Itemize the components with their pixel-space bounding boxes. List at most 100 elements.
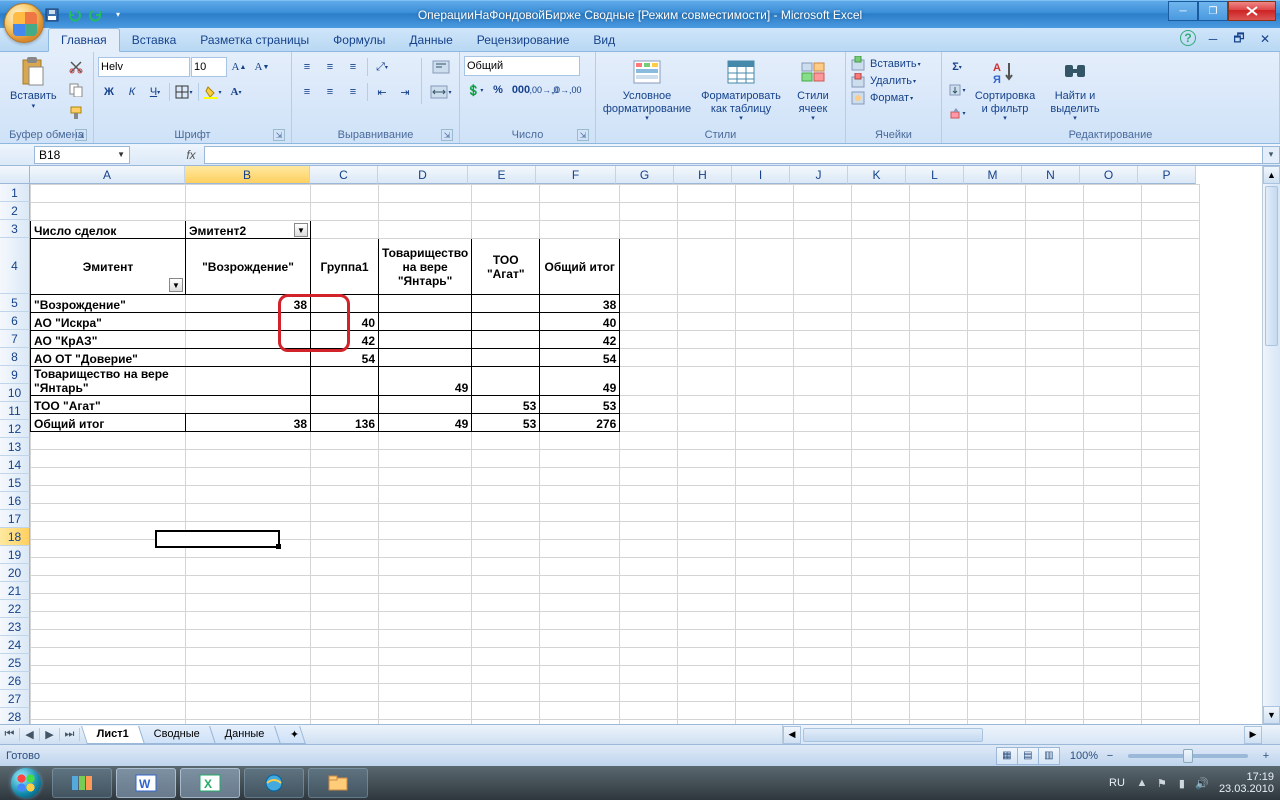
align-left-icon[interactable]: ≡ xyxy=(296,81,318,103)
taskbar-item-explorer[interactable] xyxy=(308,768,368,798)
tab-formulas[interactable]: Формулы xyxy=(321,29,397,51)
taskbar-item-word[interactable]: W xyxy=(116,768,176,798)
volume-icon[interactable]: 🔊 xyxy=(1195,777,1209,790)
row-header[interactable]: 2 xyxy=(0,202,30,220)
sheet-tab[interactable]: Данные xyxy=(209,726,281,744)
horizontal-scrollbar[interactable]: ◀ ▶ xyxy=(782,725,1262,744)
row-header[interactable]: 1 xyxy=(0,184,30,202)
tab-view[interactable]: Вид xyxy=(581,29,627,51)
row-header[interactable]: 23 xyxy=(0,618,30,636)
save-icon[interactable] xyxy=(42,5,62,25)
sheet-nav-next-icon[interactable]: ▶ xyxy=(40,728,60,741)
row-header[interactable]: 11 xyxy=(0,402,30,420)
taskbar-item[interactable] xyxy=(52,768,112,798)
row-header[interactable]: 20 xyxy=(0,564,30,582)
row-header[interactable]: 17 xyxy=(0,510,30,528)
merge-center-icon[interactable]: ▾ xyxy=(427,81,455,103)
sort-filter-button[interactable]: АЯ Сортировка и фильтр ▾ xyxy=(970,54,1040,125)
col-header[interactable]: M xyxy=(964,166,1022,184)
align-center-icon[interactable]: ≡ xyxy=(319,81,341,103)
cells-area[interactable]: Число сделок Эмитент2▼ Эмитент▼ "Возрожд… xyxy=(30,184,1200,724)
orientation-icon[interactable]: ⤢▾ xyxy=(371,56,393,78)
row-header[interactable]: 4 xyxy=(0,238,30,294)
pivot-col-field[interactable]: Эмитент2▼ xyxy=(186,221,311,239)
pivot-row-field[interactable]: Эмитент▼ xyxy=(31,239,186,295)
bold-icon[interactable]: Ж xyxy=(98,81,120,103)
maximize-button[interactable]: ❐ xyxy=(1198,1,1228,21)
sheet-nav-last-icon[interactable]: ⏭ xyxy=(60,728,80,741)
tab-home[interactable]: Главная xyxy=(48,28,120,52)
decrease-font-icon[interactable]: A▼ xyxy=(251,56,273,78)
alignment-dialog-icon[interactable]: ⇲ xyxy=(441,129,453,141)
scroll-left-icon[interactable]: ◀ xyxy=(783,726,801,744)
close-button[interactable] xyxy=(1228,1,1276,21)
formula-expand-icon[interactable]: ▾ xyxy=(1262,146,1280,164)
select-all-corner[interactable] xyxy=(0,166,30,184)
col-header[interactable]: B xyxy=(185,166,310,184)
find-select-button[interactable]: Найти и выделить ▾ xyxy=(1042,54,1108,125)
row-header[interactable]: 15 xyxy=(0,474,30,492)
chevron-down-icon[interactable]: ▼ xyxy=(117,150,125,159)
align-middle-icon[interactable]: ≡ xyxy=(319,56,341,78)
row-header[interactable]: 9 xyxy=(0,366,30,384)
row-header[interactable]: 7 xyxy=(0,330,30,348)
col-header[interactable]: J xyxy=(790,166,848,184)
row-header[interactable]: 12 xyxy=(0,420,30,438)
row-header[interactable]: 28 xyxy=(0,708,30,724)
row-header[interactable]: 16 xyxy=(0,492,30,510)
scroll-thumb[interactable] xyxy=(803,728,983,742)
copy-icon[interactable] xyxy=(65,79,87,101)
row-header[interactable]: 14 xyxy=(0,456,30,474)
autosum-icon[interactable]: Σ▾ xyxy=(946,56,968,78)
row-header[interactable]: 13 xyxy=(0,438,30,456)
row-header[interactable]: 21 xyxy=(0,582,30,600)
format-as-table-button[interactable]: Форматировать как таблицу ▾ xyxy=(696,54,786,125)
sheet-nav-prev-icon[interactable]: ◀ xyxy=(20,728,40,741)
name-box[interactable]: B18 ▼ xyxy=(34,146,130,164)
sheet-nav-first-icon[interactable]: ⏮ xyxy=(0,728,20,741)
row-header[interactable]: 3 xyxy=(0,220,30,238)
align-right-icon[interactable]: ≡ xyxy=(342,81,364,103)
flag-icon[interactable]: ⚑ xyxy=(1155,777,1169,790)
font-dialog-icon[interactable]: ⇲ xyxy=(273,129,285,141)
row-headers[interactable]: 1 2 3 4 5 6 7 8 9 10 11 12 13 14 15 16 1… xyxy=(0,184,30,724)
clear-icon[interactable]: ▾ xyxy=(946,102,968,124)
paste-button[interactable]: Вставить ▾ xyxy=(4,54,63,113)
col-header[interactable]: F xyxy=(536,166,616,184)
qat-dropdown-icon[interactable]: ▾ xyxy=(108,5,128,25)
align-bottom-icon[interactable]: ≡ xyxy=(342,56,364,78)
row-header[interactable]: 10 xyxy=(0,384,30,402)
align-top-icon[interactable]: ≡ xyxy=(296,56,318,78)
tray-up-icon[interactable]: ▲ xyxy=(1135,777,1149,790)
wrap-text-icon[interactable] xyxy=(427,56,455,78)
zoom-out-icon[interactable]: − xyxy=(1102,750,1118,762)
row-header[interactable]: 27 xyxy=(0,690,30,708)
row-header[interactable]: 8 xyxy=(0,348,30,366)
col-header[interactable]: D xyxy=(378,166,468,184)
row-header[interactable]: 26 xyxy=(0,672,30,690)
new-sheet-icon[interactable]: ✦ xyxy=(274,726,306,744)
col-header[interactable]: N xyxy=(1022,166,1080,184)
help-icon[interactable]: ? xyxy=(1180,30,1196,46)
col-header[interactable]: O xyxy=(1080,166,1138,184)
increase-font-icon[interactable]: A▲ xyxy=(228,56,250,78)
formula-input[interactable] xyxy=(204,146,1262,164)
row-header[interactable]: 25 xyxy=(0,654,30,672)
clipboard-dialog-icon[interactable]: ⇲ xyxy=(75,129,87,141)
taskbar-item-excel[interactable]: X xyxy=(180,768,240,798)
format-painter-icon[interactable] xyxy=(65,102,87,124)
col-header[interactable]: H xyxy=(674,166,732,184)
ribbon-close-icon[interactable]: ✕ xyxy=(1256,30,1274,48)
col-header[interactable]: G xyxy=(616,166,674,184)
col-header[interactable]: L xyxy=(906,166,964,184)
border-icon[interactable]: ▾ xyxy=(173,81,195,103)
col-header[interactable]: E xyxy=(468,166,536,184)
ribbon-minimize-icon[interactable]: ─ xyxy=(1204,30,1222,48)
italic-icon[interactable]: К xyxy=(121,81,143,103)
row-header[interactable]: 18 xyxy=(0,528,30,546)
view-normal-icon[interactable]: ▦ xyxy=(996,747,1018,765)
chevron-down-icon[interactable]: ▼ xyxy=(294,223,308,237)
fill-color-icon[interactable]: ▾ xyxy=(202,81,224,103)
percent-icon[interactable]: % xyxy=(487,79,509,101)
view-page-layout-icon[interactable]: ▤ xyxy=(1017,747,1039,765)
